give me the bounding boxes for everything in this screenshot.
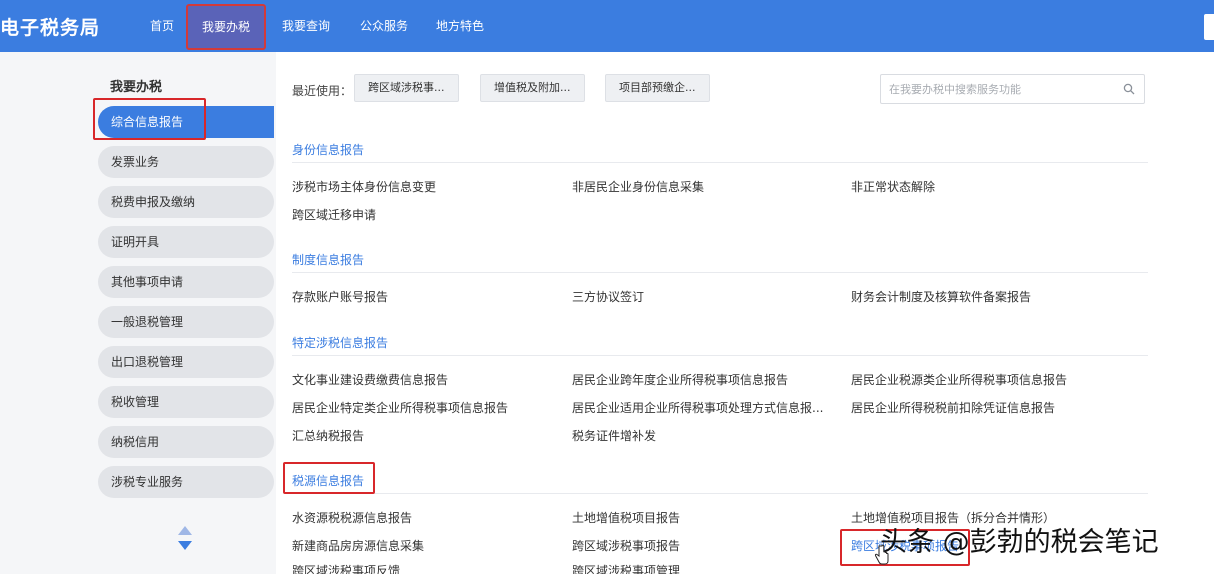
nav-query[interactable]: 我要查询: [282, 17, 330, 34]
search-input[interactable]: [881, 75, 1111, 103]
link-certificate-reissue[interactable]: 税务证件增补发: [572, 427, 656, 444]
nav-do-tax[interactable]: 我要办税: [186, 4, 267, 50]
section-divider: [292, 162, 1148, 163]
recent-item-vat[interactable]: 增值税及附加...: [480, 74, 585, 102]
brand-title: 电子税务局: [0, 17, 101, 39]
sidebar-item-certificate[interactable]: 证明开具: [98, 226, 274, 258]
nav-home[interactable]: 首页: [150, 17, 174, 34]
nav-local-feature[interactable]: 地方特色: [436, 17, 484, 34]
link-cit-treatment[interactable]: 居民企业适用企业所得税事项处理方式信息报...: [572, 399, 823, 416]
link-cross-region-move[interactable]: 跨区域迁移申请: [292, 206, 376, 223]
link-consolidated-report[interactable]: 汇总纳税报告: [292, 427, 364, 444]
sidebar-item-declare-pay[interactable]: 税费申报及缴纳: [98, 186, 274, 218]
link-tax-source-cit[interactable]: 居民企业税源类企业所得税事项信息报告: [851, 371, 1067, 388]
link-tripartite-agreement[interactable]: 三方协议签订: [572, 288, 644, 305]
link-culture-fee[interactable]: 文化事业建设费缴费信息报告: [292, 371, 448, 388]
scroll-arrows-icon[interactable]: [176, 524, 194, 552]
link-cross-year-cit[interactable]: 居民企业跨年度企业所得税事项信息报告: [572, 371, 788, 388]
search-box: [880, 74, 1145, 104]
hand-cursor-icon: [874, 544, 889, 565]
search-icon[interactable]: [1123, 83, 1135, 95]
sidebar-item-professional-service[interactable]: 涉税专业服务: [98, 466, 274, 498]
recent-item-cross-region[interactable]: 跨区域涉税事...: [354, 74, 459, 102]
nav-public-service[interactable]: 公众服务: [360, 17, 408, 34]
link-specific-cit[interactable]: 居民企业特定类企业所得税事项信息报告: [292, 399, 508, 416]
sidebar-item-comprehensive-report[interactable]: 综合信息报告: [98, 106, 274, 138]
link-cross-region-feedback[interactable]: 跨区域涉税事项反馈: [292, 562, 400, 574]
link-accounting-system[interactable]: 财务会计制度及核算软件备案报告: [851, 288, 1031, 305]
link-cross-region-report[interactable]: 跨区域涉税事项报告: [572, 537, 680, 554]
link-nonresident-collect[interactable]: 非居民企业身份信息采集: [572, 178, 704, 195]
link-land-vat-project[interactable]: 土地增值税项目报告: [572, 509, 680, 526]
top-nav-bar: 电子税务局 首页 我要办税 我要查询 公众服务 地方特色: [0, 0, 1214, 52]
sidebar: 我要办税 综合信息报告 发票业务 税费申报及缴纳 证明开具 其他事项申请 一般退…: [0, 52, 276, 574]
main-content: 最近使用： 跨区域涉税事... 增值税及附加... 项目部预缴企... 身份信息…: [276, 52, 1214, 574]
section-title-tax-source: 税源信息报告: [292, 474, 365, 488]
link-abnormal-release[interactable]: 非正常状态解除: [851, 178, 935, 195]
sidebar-item-other-application[interactable]: 其他事项申请: [98, 266, 274, 298]
header-side-tab[interactable]: [1204, 14, 1214, 40]
link-new-housing[interactable]: 新建商品房房源信息采集: [292, 537, 424, 554]
recent-label: 最近使用：: [292, 84, 353, 98]
watermark-text: 头条 @彭勃的税会笔记: [880, 527, 1159, 558]
sidebar-item-tax-management[interactable]: 税收管理: [98, 386, 274, 418]
section-title-specific: 特定涉税信息报告: [292, 336, 389, 350]
sidebar-item-export-refund[interactable]: 出口退税管理: [98, 346, 274, 378]
sidebar-item-general-refund[interactable]: 一般退税管理: [98, 306, 274, 338]
section-divider: [292, 272, 1148, 273]
section-divider: [292, 355, 1148, 356]
sidebar-item-tax-credit[interactable]: 纳税信用: [98, 426, 274, 458]
link-deduction-voucher[interactable]: 居民企业所得税税前扣除凭证信息报告: [851, 399, 1055, 416]
recent-item-project-prepay[interactable]: 项目部预缴企...: [605, 74, 710, 102]
link-bank-account[interactable]: 存款账户账号报告: [292, 288, 388, 305]
link-water-resource[interactable]: 水资源税税源信息报告: [292, 509, 412, 526]
sidebar-item-invoice[interactable]: 发票业务: [98, 146, 274, 178]
link-cross-region-manage[interactable]: 跨区域涉税事项管理: [572, 562, 680, 574]
link-identity-change[interactable]: 涉税市场主体身份信息变更: [292, 178, 436, 195]
section-divider: [292, 493, 1148, 494]
section-title-identity: 身份信息报告: [292, 143, 365, 157]
section-title-system: 制度信息报告: [292, 253, 365, 267]
sidebar-title: 我要办税: [110, 80, 163, 95]
